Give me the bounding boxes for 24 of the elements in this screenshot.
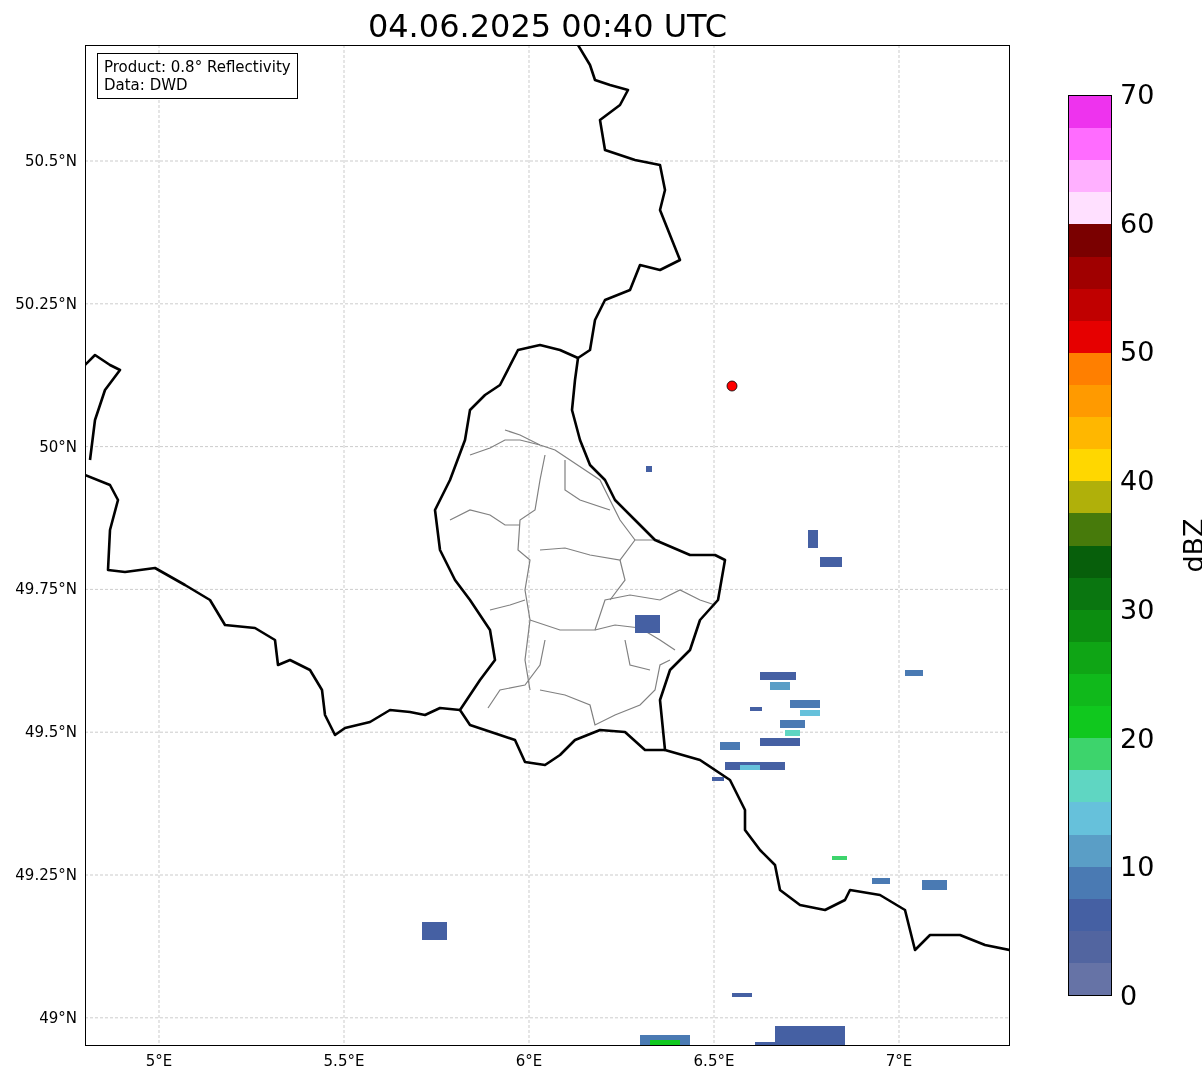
colorbar-tick-label: 40 bbox=[1120, 466, 1155, 497]
colorbar-tick-label: 60 bbox=[1120, 208, 1155, 239]
colorbar-tick-label: 30 bbox=[1120, 594, 1155, 625]
latitude-label: 49°N bbox=[39, 1008, 77, 1027]
latitude-label: 49.75°N bbox=[15, 580, 77, 599]
longitude-label: 5.5°E bbox=[323, 1052, 365, 1070]
longitude-label: 6.5°E bbox=[693, 1052, 735, 1070]
colorbar-tick-label: 20 bbox=[1120, 723, 1155, 754]
latitude-label: 50.25°N bbox=[15, 294, 77, 313]
location-marker bbox=[726, 380, 738, 392]
latitude-label: 49.5°N bbox=[24, 723, 77, 742]
longitude-label: 7°E bbox=[885, 1052, 913, 1070]
colorbar-tick-label: 70 bbox=[1120, 80, 1155, 110]
latitude-label: 49.25°N bbox=[15, 866, 77, 884]
colorbar-tick-label: 50 bbox=[1120, 337, 1155, 368]
chart-title: 04.06.2025 00:40 UTC bbox=[366, 6, 729, 45]
latitude-label: 50°N bbox=[39, 437, 77, 456]
latitude-label: 50.5°N bbox=[24, 152, 77, 170]
legend-text: Product: 0.8° Reflectivity bbox=[104, 58, 291, 76]
colorbar-tick-label: 10 bbox=[1120, 852, 1155, 883]
colorbar-tick-label: 0 bbox=[1120, 981, 1138, 1011]
legend-text: Data: DWD bbox=[104, 76, 189, 94]
longitude-label: 5°E bbox=[145, 1052, 173, 1070]
longitude-label: 6°E bbox=[515, 1052, 543, 1070]
